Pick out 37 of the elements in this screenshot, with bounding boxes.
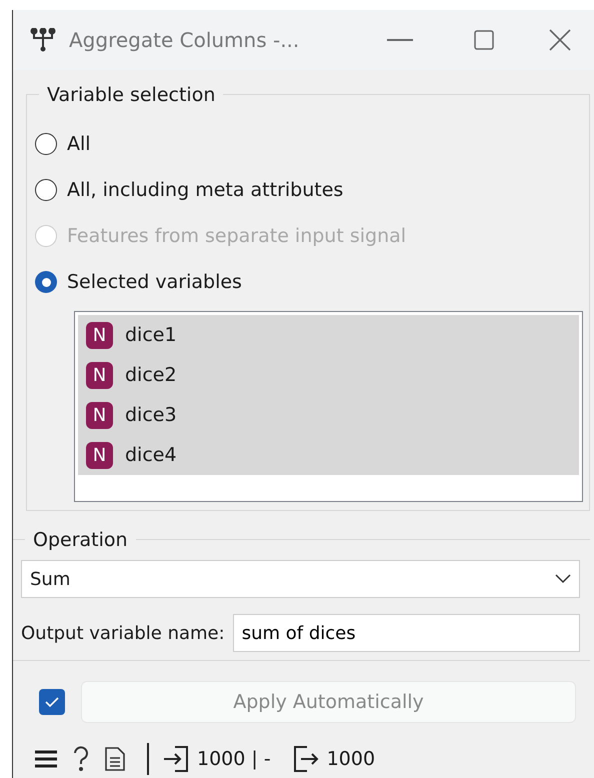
help-icon[interactable] xyxy=(71,746,91,772)
variable-name: dice2 xyxy=(125,362,177,388)
variable-item[interactable]: N dice1 xyxy=(78,315,579,355)
output-name-field[interactable]: sum of dices xyxy=(232,614,580,652)
variable-name: dice4 xyxy=(125,442,177,468)
close-icon[interactable] xyxy=(549,29,571,52)
window-title: Aggregate Columns -... xyxy=(69,27,300,54)
type-badge: N xyxy=(86,362,113,388)
maximize-icon[interactable] xyxy=(474,30,494,50)
document-icon[interactable] xyxy=(105,747,125,771)
radio-button[interactable] xyxy=(35,133,57,155)
variable-item[interactable]: N dice2 xyxy=(78,355,579,395)
app-icon xyxy=(29,28,57,52)
field-label: Output variable name: xyxy=(21,622,225,646)
chevron-down-icon xyxy=(555,574,571,584)
operation-dropdown[interactable]: Sum xyxy=(21,560,580,598)
variable-name: dice1 xyxy=(125,322,177,348)
output-icon xyxy=(292,746,319,772)
variable-list[interactable]: N dice1 N dice2 N dice3 N dice4 xyxy=(74,311,583,502)
apply-checkbox[interactable] xyxy=(39,689,65,715)
check-icon xyxy=(45,696,59,708)
radio-button[interactable] xyxy=(35,179,57,201)
radio-button[interactable] xyxy=(35,271,57,293)
variable-item[interactable]: N dice4 xyxy=(78,435,579,475)
radio-label: Selected variables xyxy=(67,270,242,295)
variable-item[interactable]: N dice3 xyxy=(78,395,579,435)
type-badge: N xyxy=(86,402,113,428)
radio-label: All xyxy=(67,132,91,157)
radio-label: Features from separate input signal xyxy=(67,224,406,249)
output-count: 1000 xyxy=(326,746,376,772)
type-badge: N xyxy=(86,322,113,348)
input-icon xyxy=(163,746,189,772)
type-badge: N xyxy=(86,442,113,468)
radio-label: All, including meta attributes xyxy=(67,178,344,203)
menu-icon[interactable] xyxy=(35,750,57,768)
variable-name: dice3 xyxy=(125,402,177,428)
input-count: 1000 | - xyxy=(197,746,271,772)
